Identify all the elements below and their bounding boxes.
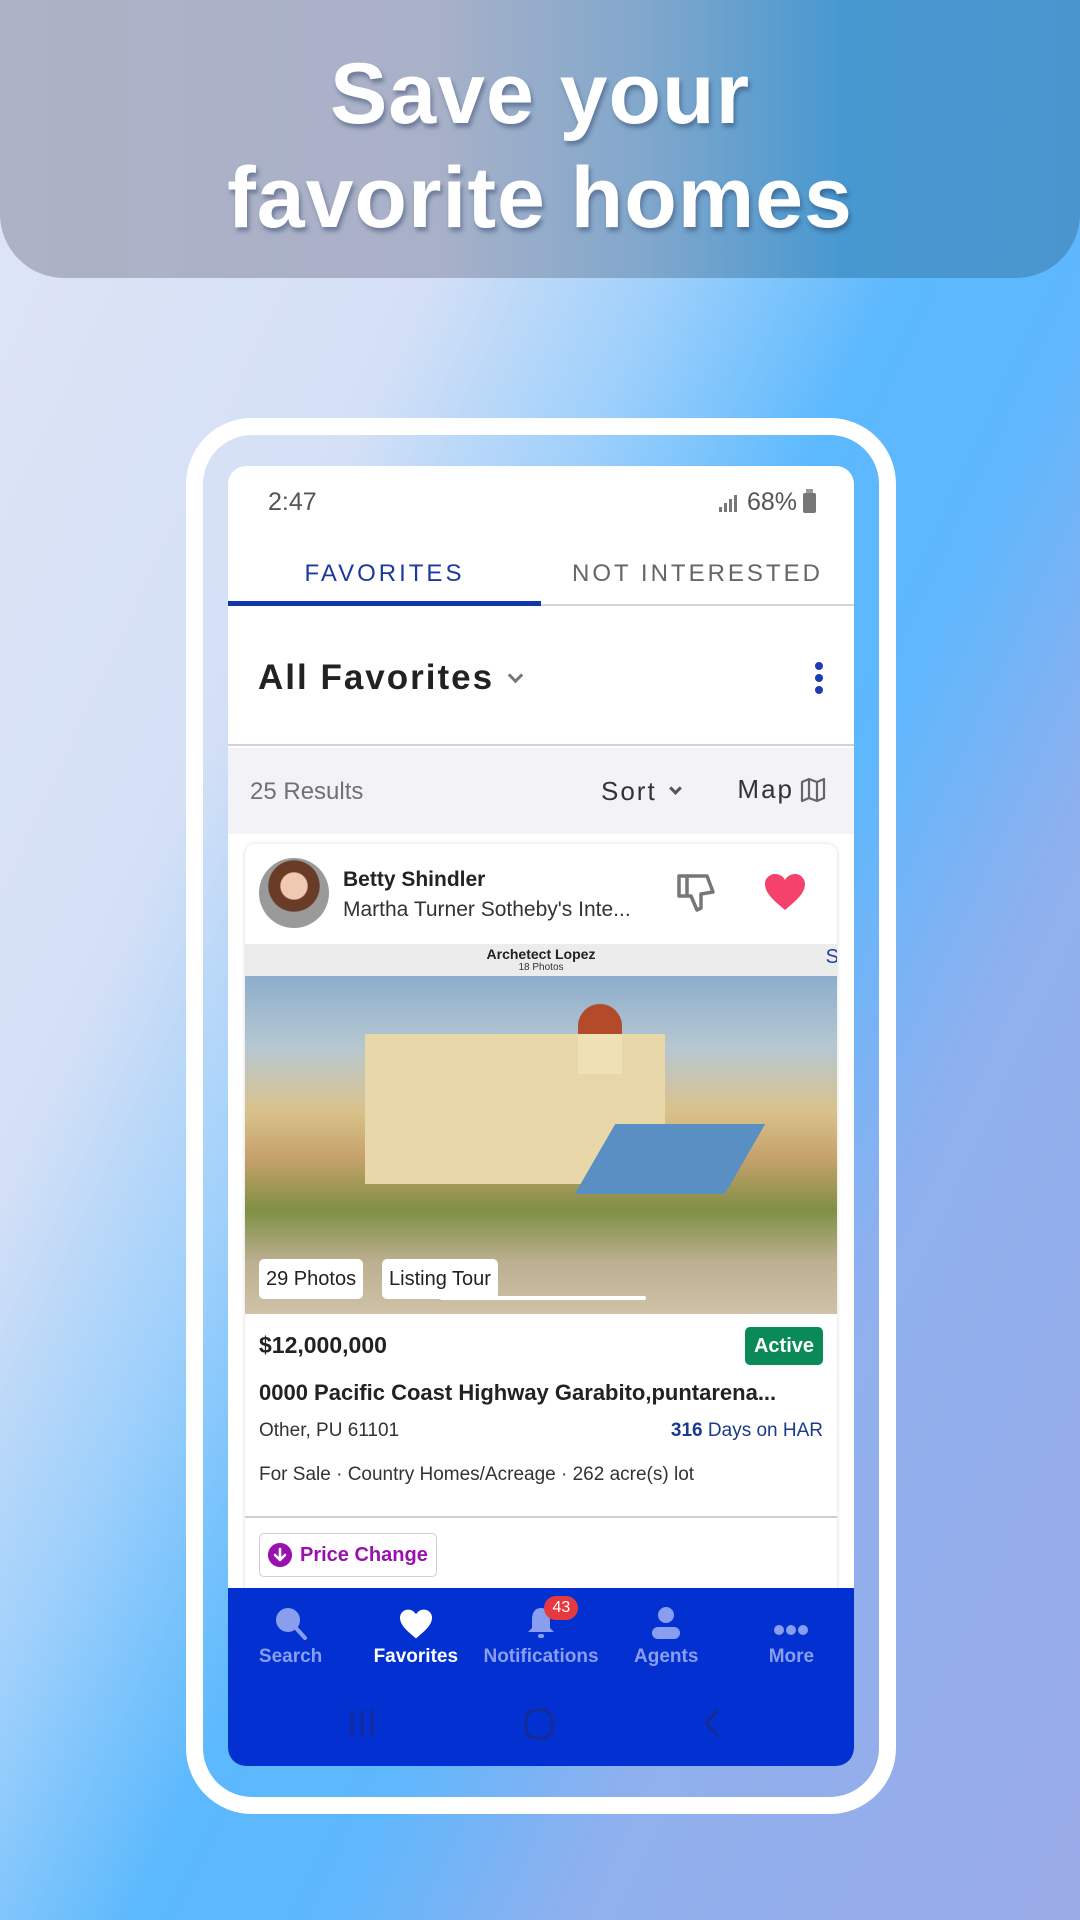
sort-button[interactable]: Sort bbox=[601, 776, 682, 807]
listing-address[interactable]: 0000 Pacific Coast Highway Garabito,punt… bbox=[259, 1380, 776, 1406]
nav-more-label: More bbox=[768, 1646, 815, 1667]
bottom-nav: Search Favorites 43 Notifications Agents… bbox=[228, 1588, 854, 1766]
map-button[interactable]: Map bbox=[737, 774, 826, 805]
tab-favorites[interactable]: FAVORITES bbox=[228, 546, 541, 606]
phone-screen: 2:47 68% FAVORITES NOT INTERESTED All Fa… bbox=[228, 466, 854, 1766]
nav-search-label: Search bbox=[258, 1646, 323, 1667]
nav-favorites-label: Favorites bbox=[373, 1646, 459, 1667]
nav-favorites[interactable]: Favorites bbox=[353, 1588, 478, 1683]
map-label: Map bbox=[737, 774, 794, 804]
chevron-down-icon bbox=[668, 782, 682, 795]
agent-row: Betty Shindler Martha Turner Sotheby's I… bbox=[245, 844, 837, 944]
listing-description: For Sale · Country Homes/Acreage · 262 a… bbox=[259, 1464, 695, 1485]
photo-banner: Archetect Lopez 18 Photos S bbox=[245, 944, 837, 976]
home-button[interactable] bbox=[524, 1708, 554, 1745]
days-on-market: 316 Days on HAR bbox=[671, 1420, 823, 1442]
photo-banner-next: S bbox=[825, 946, 837, 968]
recent-apps-icon bbox=[350, 1710, 374, 1736]
listing-card[interactable]: Betty Shindler Martha Turner Sotheby's I… bbox=[245, 844, 837, 1604]
hero-line-2: favorite homes bbox=[227, 150, 853, 246]
sort-label: Sort bbox=[601, 776, 657, 806]
nav-search[interactable]: Search bbox=[228, 1588, 353, 1683]
nav-more[interactable]: More bbox=[729, 1588, 854, 1683]
status-time: 2:47 bbox=[268, 488, 317, 516]
nav-notifications-label: Notifications bbox=[483, 1646, 599, 1667]
nav-agents[interactable]: Agents bbox=[604, 1588, 729, 1683]
hero-title: Save your favorite homes bbox=[0, 42, 1080, 250]
back-icon bbox=[704, 1709, 719, 1737]
nav-agents-label: Agents bbox=[634, 1646, 699, 1667]
status-badge: Active bbox=[744, 1327, 823, 1365]
list-selector[interactable]: All Favorites bbox=[258, 658, 524, 698]
photo-tower bbox=[578, 1034, 622, 1074]
listing-photo[interactable]: Archetect Lopez 18 Photos S 29 Photos Li… bbox=[245, 944, 837, 1314]
more-icon bbox=[774, 1625, 809, 1635]
favorite-heart-icon[interactable] bbox=[763, 872, 807, 912]
results-toolbar: 25 Results Sort Map bbox=[228, 748, 854, 834]
heart-icon bbox=[399, 1609, 432, 1639]
status-bar: 2:47 68% bbox=[228, 466, 854, 536]
photo-banner-subtitle: 18 Photos bbox=[518, 962, 564, 973]
tab-bar: FAVORITES NOT INTERESTED bbox=[228, 546, 854, 606]
photo-scroll-indicator bbox=[440, 1296, 646, 1300]
agent-avatar[interactable] bbox=[259, 858, 329, 928]
list-title: All Favorites bbox=[258, 658, 495, 697]
system-nav-bar bbox=[228, 1708, 854, 1748]
photo-banner-title: Archetect Lopez bbox=[486, 946, 596, 962]
photos-count-button[interactable]: 29 Photos bbox=[259, 1259, 364, 1299]
price-change-label: Price Change bbox=[300, 1543, 428, 1566]
listing-city: Other, PU 61101 bbox=[259, 1420, 400, 1441]
chevron-down-icon bbox=[507, 667, 524, 683]
photo-dome bbox=[578, 1004, 622, 1034]
tab-not-interested[interactable]: NOT INTERESTED bbox=[541, 546, 854, 604]
recent-apps-button[interactable] bbox=[348, 1708, 376, 1743]
results-count: 25 Results bbox=[250, 778, 364, 805]
battery-icon bbox=[803, 488, 816, 513]
more-options-icon[interactable] bbox=[814, 662, 824, 694]
arrow-down-circle-icon bbox=[268, 1543, 292, 1567]
signal-icon bbox=[718, 494, 737, 512]
price-change-tag[interactable]: Price Change bbox=[259, 1533, 437, 1577]
card-divider bbox=[245, 1516, 837, 1518]
listing-price: $12,000,000 bbox=[259, 1332, 387, 1358]
hero-banner: Save your favorite homes bbox=[0, 0, 1080, 278]
nav-notifications[interactable]: 43 Notifications bbox=[478, 1588, 603, 1683]
map-icon bbox=[800, 777, 826, 802]
days-count: 316 bbox=[670, 1420, 703, 1441]
battery-percent: 68% bbox=[746, 488, 797, 516]
back-button[interactable] bbox=[702, 1708, 722, 1743]
notification-badge: 43 bbox=[544, 1596, 579, 1620]
listing-tour-button[interactable]: Listing Tour bbox=[382, 1259, 498, 1299]
agent-name[interactable]: Betty Shindler bbox=[343, 868, 485, 892]
home-icon bbox=[524, 1708, 554, 1740]
days-suffix: Days on HAR bbox=[702, 1420, 823, 1441]
search-icon bbox=[275, 1608, 307, 1640]
hero-line-1: Save your bbox=[329, 46, 751, 142]
list-header: All Favorites bbox=[228, 608, 854, 746]
person-icon bbox=[652, 1607, 681, 1639]
agent-brokerage: Martha Turner Sotheby's Inte... bbox=[343, 898, 631, 921]
thumbs-down-icon[interactable] bbox=[675, 872, 719, 914]
